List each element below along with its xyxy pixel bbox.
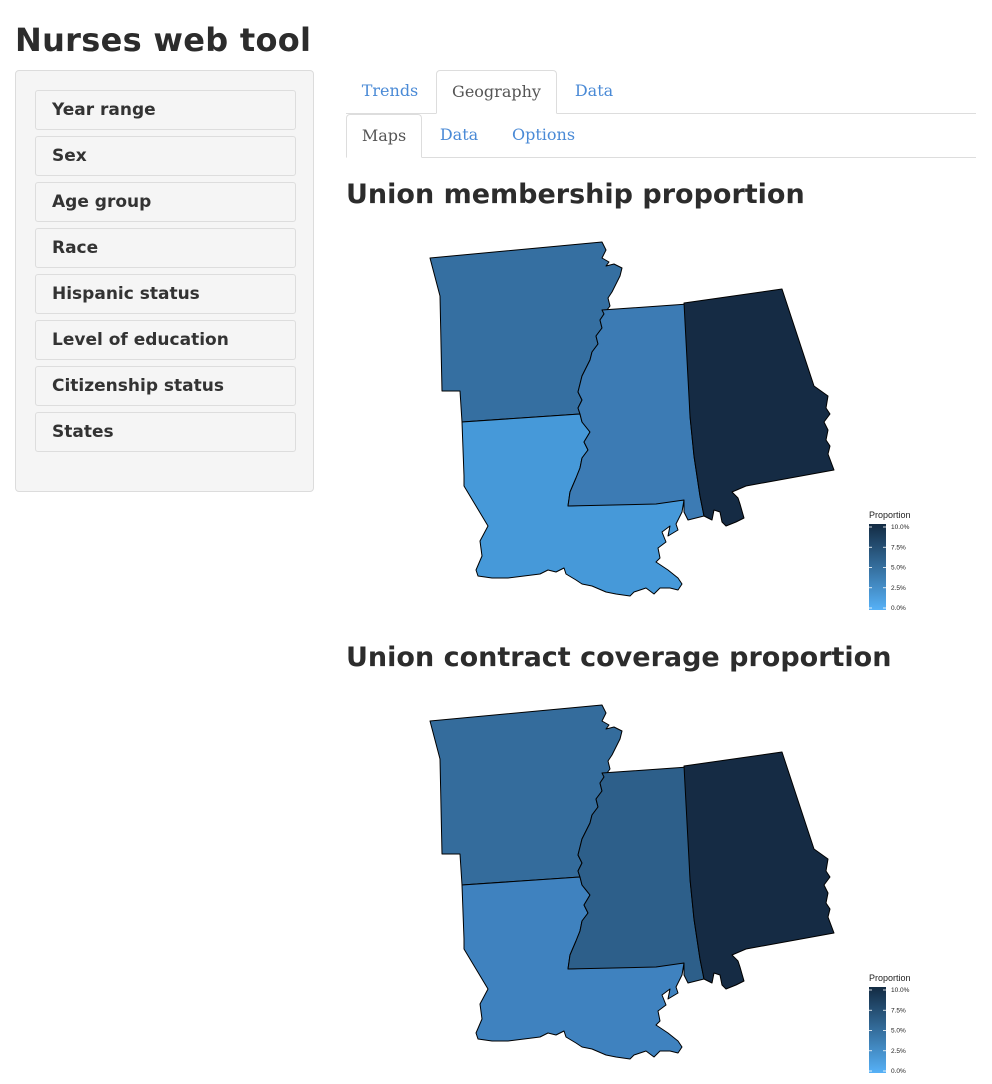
accordion-level-of-education[interactable]: Level of education [35, 320, 296, 360]
legend-tick-label: 2.5% [891, 585, 906, 592]
legend-title: Proportion [869, 973, 911, 983]
legend-tick-label: 0.0% [891, 1068, 906, 1075]
subtab-data[interactable]: Data [424, 114, 494, 158]
accordion-year-range[interactable]: Year range [35, 90, 296, 130]
legend-tick-label: 7.5% [891, 1007, 906, 1014]
legend-title: Proportion [869, 510, 911, 520]
sub-tabs: Maps Data Options [346, 114, 976, 158]
legend-tick-label: 0.0% [891, 605, 906, 612]
tab-data[interactable]: Data [558, 70, 630, 114]
sidebar-panel: Year range Sex Age group Race Hispanic s… [15, 70, 314, 492]
tab-trends[interactable]: Trends [346, 70, 434, 114]
accordion-hispanic-status[interactable]: Hispanic status [35, 274, 296, 314]
legend-tick-label: 5.0% [891, 565, 906, 572]
legend-color-bar [869, 524, 886, 610]
accordion-citizenship-status[interactable]: Citizenship status [35, 366, 296, 406]
membership-map: Proportion 10.0% 7.5% 5.0% 2.5% 0.0% [429, 241, 911, 612]
app-title: Nurses web tool [15, 21, 312, 59]
subtab-maps[interactable]: Maps [346, 114, 422, 158]
accordion-states[interactable]: States [35, 412, 296, 452]
coverage-map-title: Union contract coverage proportion [346, 642, 892, 673]
legend-tick-label: 2.5% [891, 1048, 906, 1055]
legend-tick-label: 10.0% [891, 524, 910, 531]
state-alabama [683, 288, 835, 527]
legend-tick-label: 10.0% [891, 987, 910, 994]
state-alabama [683, 751, 835, 990]
accordion-sex[interactable]: Sex [35, 136, 296, 176]
legend-color-bar [869, 987, 886, 1073]
tab-geography[interactable]: Geography [436, 70, 557, 114]
coverage-map: Proportion 10.0% 7.5% 5.0% 2.5% 0.0% [429, 704, 911, 1075]
accordion-race[interactable]: Race [35, 228, 296, 268]
legend-tick-label: 5.0% [891, 1028, 906, 1035]
main-tabs: Trends Geography Data [346, 70, 976, 114]
accordion-age-group[interactable]: Age group [35, 182, 296, 222]
subtab-options[interactable]: Options [496, 114, 591, 158]
membership-map-title: Union membership proportion [346, 179, 805, 210]
legend-tick-label: 7.5% [891, 544, 906, 551]
